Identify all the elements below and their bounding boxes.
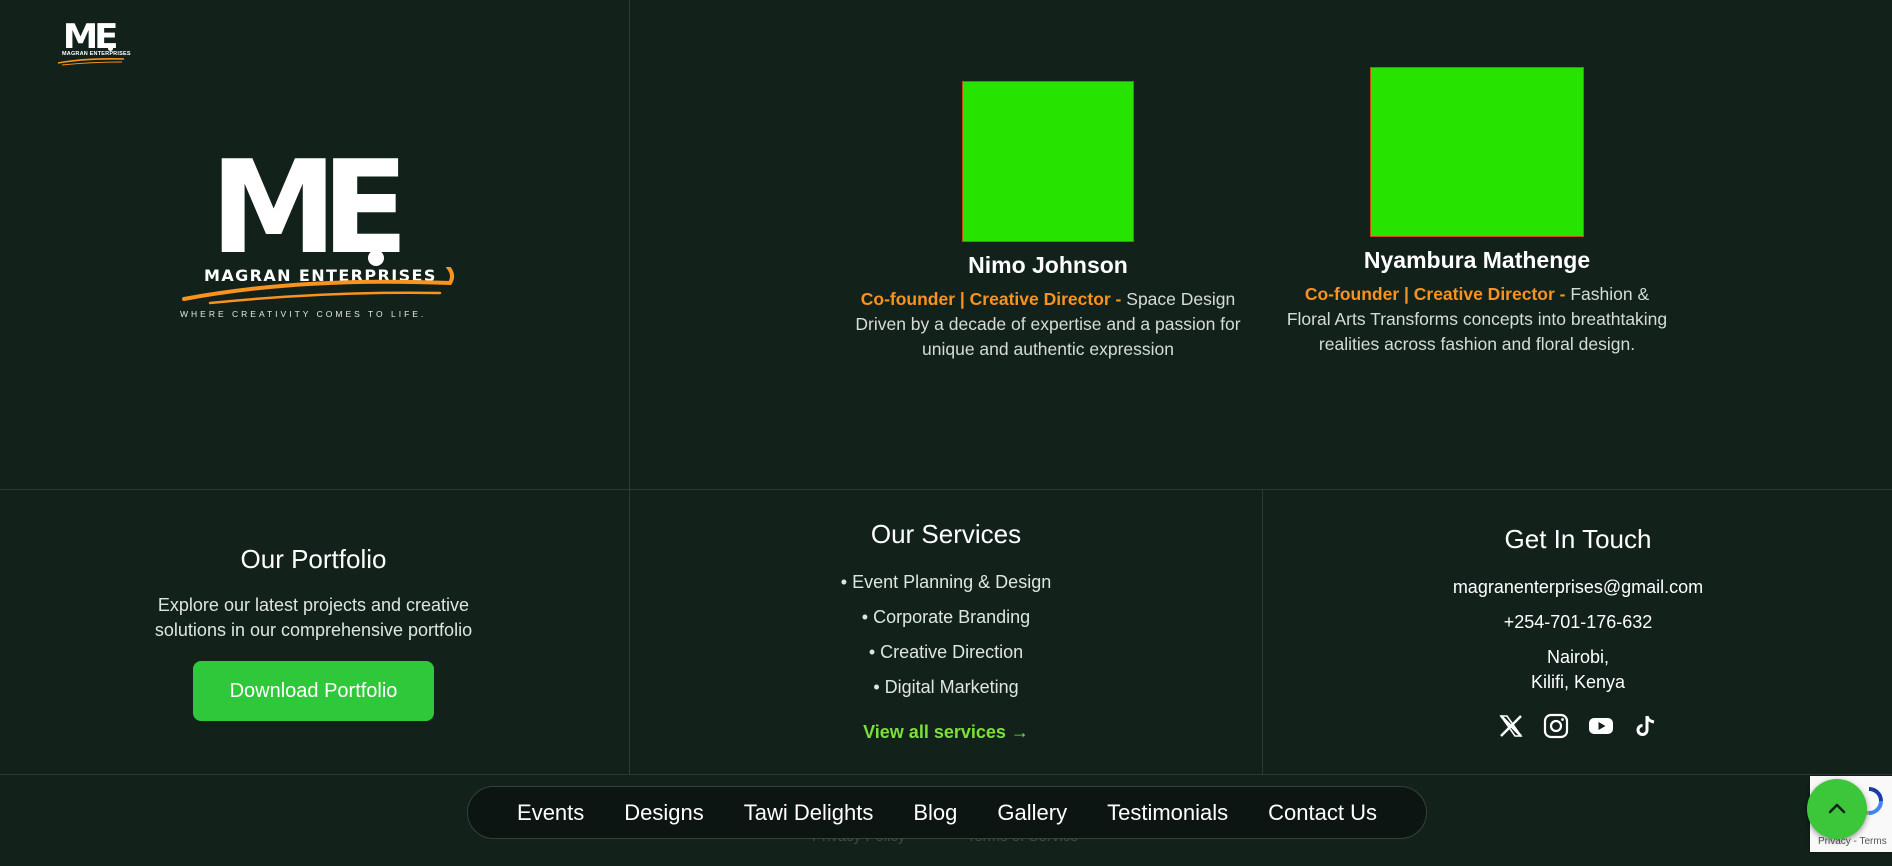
nav-item-testimonials[interactable]: Testimonials (1087, 800, 1248, 826)
portfolio-description: Explore our latest projects and creative… (154, 595, 473, 640)
logo-swoosh-icon (57, 58, 125, 66)
nav-item-contact-us[interactable]: Contact Us (1248, 800, 1397, 826)
member-bio: Co-founder | Creative Director - Fashion… (1283, 282, 1671, 357)
services-section: Our Services • Event Planning & Design •… (746, 519, 1146, 743)
nav-item-blog[interactable]: Blog (893, 800, 977, 826)
nav-item-designs[interactable]: Designs (604, 800, 723, 826)
services-list: • Event Planning & Design • Corporate Br… (746, 570, 1146, 700)
contact-location-line1: Nairobi, (1546, 647, 1610, 667)
team-member-card: Nyambura Mathenge Co-founder | Creative … (1283, 67, 1671, 357)
x-icon[interactable] (1498, 713, 1524, 739)
nav-item-events[interactable]: Events (497, 800, 604, 826)
member-name: Nyambura Mathenge (1363, 247, 1591, 273)
contact-email-link[interactable]: magranenterprises@gmail.com (1378, 575, 1778, 600)
view-all-services-link[interactable]: View all services → (863, 722, 1029, 743)
services-title: Our Services (870, 519, 1022, 549)
brand-logo: ME MAGRAN ENTERPRISES WHERE CREATIVITY C… (180, 145, 460, 325)
contact-section: Get In Touch magranenterprises@gmail.com… (1378, 524, 1778, 739)
service-item: • Digital Marketing (873, 677, 1019, 697)
member-bio: Co-founder | Creative Director - Space D… (850, 287, 1246, 362)
contact-phone-link[interactable]: +254-701-176-632 (1378, 610, 1778, 635)
youtube-icon[interactable] (1588, 713, 1614, 739)
service-item: • Corporate Branding (861, 607, 1031, 627)
brand-dot (368, 250, 384, 266)
portfolio-title: Our Portfolio (240, 544, 387, 574)
divider-vertical-right (1262, 489, 1263, 774)
header-logo[interactable]: ME MAGRAN ENTERPRISES (56, 17, 131, 68)
divider-vertical-left (629, 0, 630, 774)
download-portfolio-button[interactable]: Download Portfolio (193, 661, 434, 721)
member-role: Co-founder | Creative Director - (860, 289, 1122, 309)
brand-tagline: WHERE CREATIVITY COMES TO LIFE. (180, 309, 427, 319)
portfolio-section: Our Portfolio Explore our latest project… (140, 544, 487, 721)
member-role: Co-founder | Creative Director - (1304, 284, 1566, 304)
tiktok-icon[interactable] (1633, 713, 1659, 739)
service-item: • Event Planning & Design (840, 572, 1052, 592)
contact-title: Get In Touch (1504, 524, 1652, 554)
brand-monogram: ME (210, 134, 409, 283)
nav-item-gallery[interactable]: Gallery (977, 800, 1087, 826)
contact-location-line2: Kilifi, Kenya (1530, 672, 1626, 692)
brand-swoosh-icon (182, 267, 455, 305)
instagram-icon[interactable] (1543, 713, 1569, 739)
social-links (1378, 713, 1778, 739)
member-name: Nimo Johnson (968, 252, 1128, 278)
member-photo (1370, 67, 1584, 237)
member-photo (962, 81, 1134, 242)
scroll-to-top-button[interactable] (1807, 779, 1867, 839)
divider-horizontal-middle (0, 489, 1892, 490)
bottom-nav: Events Designs Tawi Delights Blog Galler… (467, 786, 1427, 839)
team-member-card: Nimo Johnson Co-founder | Creative Direc… (850, 81, 1246, 362)
chevron-up-icon (1828, 803, 1846, 814)
logo-monogram: ME (62, 17, 119, 57)
nav-item-tawi-delights[interactable]: Tawi Delights (724, 800, 894, 826)
divider-horizontal-bottom (0, 774, 1892, 775)
service-item: • Creative Direction (868, 642, 1024, 662)
